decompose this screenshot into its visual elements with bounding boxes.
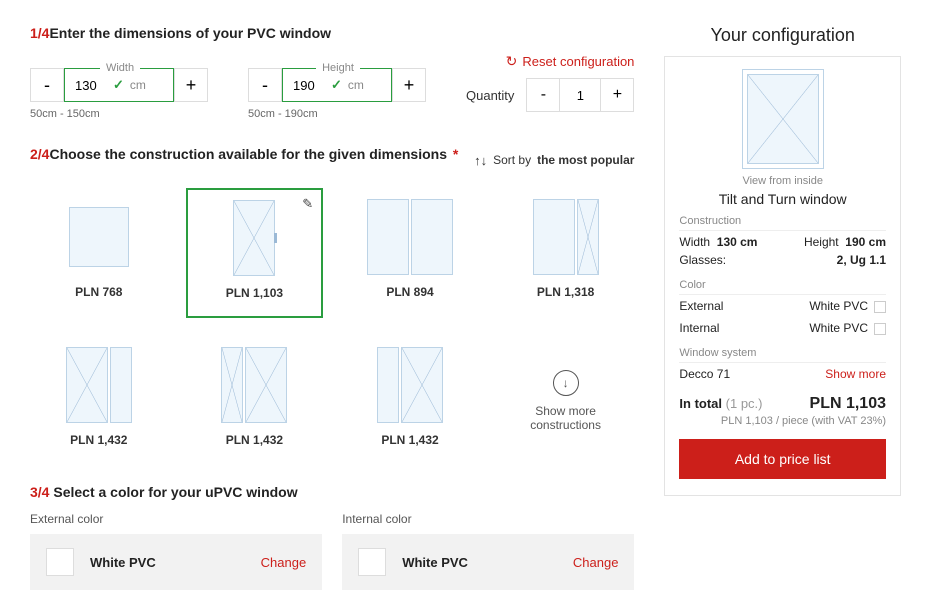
glasses-value: 2, Ug 1.1 xyxy=(837,253,886,267)
sort-toggle[interactable]: ↑↓ Sort by the most popular xyxy=(474,153,634,168)
internal-color-label: Internal color xyxy=(342,512,634,526)
construction-card[interactable]: PLN 1,432 xyxy=(186,336,324,466)
card-price: PLN 1,432 xyxy=(381,433,438,447)
glasses-label: Glasses: xyxy=(679,253,726,267)
step3-title: 3/4 Select a color for your uPVC window xyxy=(30,484,634,500)
card-price: PLN 768 xyxy=(75,285,122,299)
width-input[interactable] xyxy=(73,77,113,94)
height-range: 50cm - 190cm xyxy=(248,108,318,120)
color-swatch-icon xyxy=(874,323,886,335)
reset-button[interactable]: ↻ Reset configuration xyxy=(506,53,635,70)
change-internal-color-button[interactable]: Change xyxy=(573,555,619,570)
sort-icon: ↑↓ xyxy=(474,153,487,168)
step1-title: 1/4Enter the dimensions of your PVC wind… xyxy=(30,25,331,41)
height-minus-button[interactable]: - xyxy=(248,68,282,102)
total-qty: (1 pc.) xyxy=(726,396,763,411)
edit-icon[interactable]: ✎ xyxy=(302,196,313,212)
step2-title: 2/4Choose the construction available for… xyxy=(30,146,458,162)
section-color: Color xyxy=(679,271,886,295)
add-to-price-list-button[interactable]: Add to price list xyxy=(679,439,886,479)
external-color-label: External color xyxy=(30,512,322,526)
show-more-link[interactable]: Show more xyxy=(825,367,886,381)
color-swatch-icon xyxy=(874,301,886,313)
check-icon: ✓ xyxy=(113,77,124,93)
construction-card[interactable]: PLN 1,432 xyxy=(341,336,479,466)
external-color-value: White PVC xyxy=(90,555,156,570)
width-minus-button[interactable]: - xyxy=(30,68,64,102)
quantity-plus-button[interactable]: + xyxy=(600,78,634,112)
construction-card[interactable]: PLN 1,432 xyxy=(30,336,168,466)
step1-num: 1/4 xyxy=(30,25,49,41)
width-unit: cm xyxy=(130,78,146,92)
height-label: Height xyxy=(316,62,360,74)
total-amount: PLN 1,103 xyxy=(810,395,886,413)
height-plus-button[interactable]: + xyxy=(392,68,426,102)
config-internal-value: White PVC xyxy=(809,321,868,335)
width-label: Width xyxy=(100,62,140,74)
window-preview xyxy=(742,69,824,169)
construction-card[interactable]: PLN 894 xyxy=(341,188,479,318)
card-price: PLN 1,318 xyxy=(537,285,594,299)
card-price: PLN 1,432 xyxy=(226,433,283,447)
config-external-label: External xyxy=(679,299,723,313)
height-unit: cm xyxy=(348,78,364,92)
height-input[interactable] xyxy=(291,77,331,94)
step3-num: 3/4 xyxy=(30,484,49,500)
construction-card[interactable]: PLN 768 xyxy=(30,188,168,318)
system-value: Decco 71 xyxy=(679,367,730,381)
color-swatch xyxy=(46,548,74,576)
construction-card-selected[interactable]: ✎ PLN 1,103 xyxy=(186,188,324,318)
quantity-minus-button[interactable]: - xyxy=(526,78,560,112)
refresh-icon: ↻ xyxy=(506,53,518,70)
width-plus-button[interactable]: + xyxy=(174,68,208,102)
internal-color-box: White PVC Change xyxy=(342,534,634,590)
product-name: Tilt and Turn window xyxy=(719,191,847,207)
total-label: In total xyxy=(679,396,722,411)
construction-card[interactable]: PLN 1,318 xyxy=(497,188,635,318)
card-price: PLN 894 xyxy=(386,285,433,299)
change-external-color-button[interactable]: Change xyxy=(261,555,307,570)
per-piece: PLN 1,103 / piece xyxy=(721,415,808,427)
card-price: PLN 1,432 xyxy=(70,433,127,447)
width-range: 50cm - 150cm xyxy=(30,108,100,120)
quantity-label: Quantity xyxy=(466,88,514,103)
vat-note: (with VAT 23%) xyxy=(811,415,886,427)
show-more-constructions[interactable]: ↓ Show more constructions xyxy=(497,336,635,466)
step2-num: 2/4 xyxy=(30,146,49,162)
section-construction: Construction xyxy=(679,207,886,231)
config-internal-label: Internal xyxy=(679,321,719,335)
arrow-down-icon: ↓ xyxy=(563,376,569,390)
preview-caption: View from inside xyxy=(742,175,823,187)
quantity-input[interactable] xyxy=(560,78,600,112)
internal-color-value: White PVC xyxy=(402,555,468,570)
card-price: PLN 1,103 xyxy=(226,286,283,300)
section-system: Window system xyxy=(679,339,886,363)
quantity-stepper: - + xyxy=(526,78,634,112)
external-color-box: White PVC Change xyxy=(30,534,322,590)
config-panel: View from inside Tilt and Turn window Co… xyxy=(664,56,901,496)
config-panel-title: Your configuration xyxy=(664,25,901,46)
width-group: Width - ✓ cm + 50cm - 150cm xyxy=(30,53,210,120)
config-external-value: White PVC xyxy=(809,299,868,313)
height-group: Height - ✓ cm + 50cm - 190cm xyxy=(248,53,428,120)
color-swatch xyxy=(358,548,386,576)
check-icon: ✓ xyxy=(331,77,342,93)
